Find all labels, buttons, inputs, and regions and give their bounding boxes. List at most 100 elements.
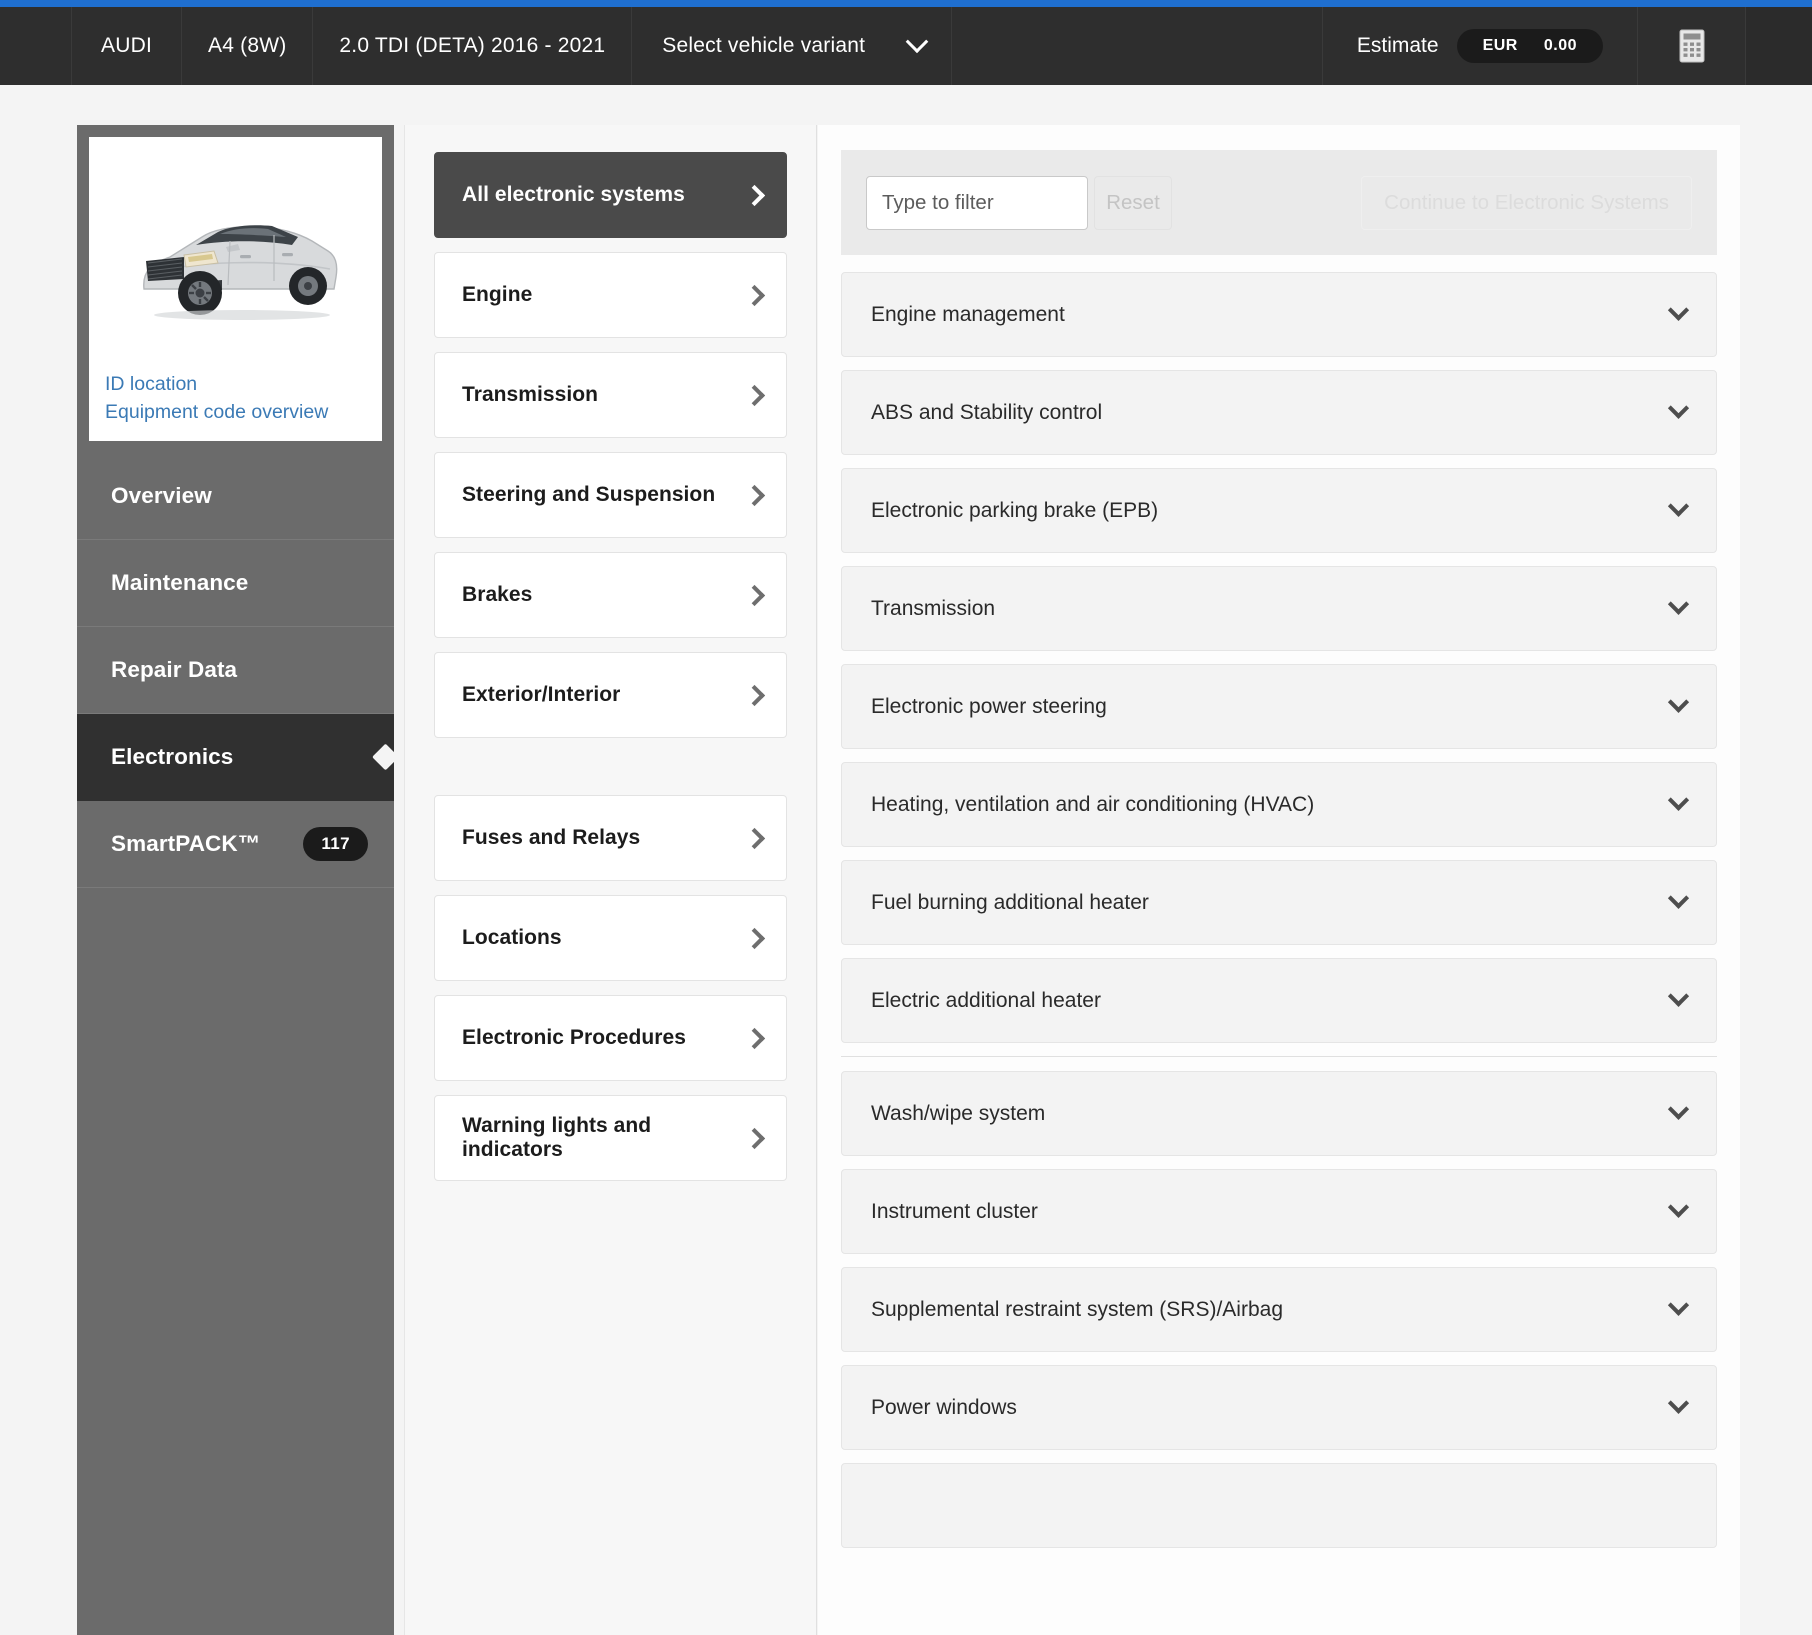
category-column: All electronic systems Engine Transmissi… (404, 125, 817, 1635)
category-engine[interactable]: Engine (434, 252, 787, 338)
left-sidebar: ID location Equipment code overview Over… (77, 125, 394, 1635)
system-row-electronic-power-steering[interactable]: Electronic power steering (841, 664, 1717, 749)
category-warning-lights-and-indicators[interactable]: Warning lights and indicators (434, 1095, 787, 1181)
id-location-link[interactable]: ID location (105, 371, 366, 397)
system-label: Transmission (871, 597, 995, 621)
chevron-down-icon (906, 30, 929, 53)
sidebar-item-maintenance[interactable]: Maintenance (77, 540, 394, 627)
system-row-power-windows[interactable]: Power windows (841, 1365, 1717, 1450)
category-brakes[interactable]: Brakes (434, 552, 787, 638)
chevron-down-icon (1668, 398, 1689, 419)
chevron-right-icon (744, 1127, 765, 1148)
system-label: Electronic power steering (871, 695, 1107, 719)
chevron-right-icon (744, 284, 765, 305)
vehicle-image-wrap (105, 151, 366, 371)
chevron-right-icon (744, 384, 765, 405)
electronic-systems-list: Engine management ABS and Stability cont… (818, 255, 1740, 1548)
chevron-down-icon (1668, 496, 1689, 517)
category-exterior-interior[interactable]: Exterior/Interior (434, 652, 787, 738)
system-row-transmission[interactable]: Transmission (841, 566, 1717, 651)
sidebar-item-label: Electronics (111, 744, 233, 770)
category-label: Engine (462, 283, 532, 307)
chevron-right-icon (744, 1027, 765, 1048)
vehicle-card: ID location Equipment code overview (77, 125, 394, 453)
system-label: Fuel burning additional heater (871, 891, 1149, 915)
system-label: Electronic parking brake (EPB) (871, 499, 1158, 523)
system-row-instrument-cluster[interactable]: Instrument cluster (841, 1169, 1717, 1254)
chevron-right-icon (744, 484, 765, 505)
filter-toolbar: Reset Continue to Electronic Systems (841, 150, 1717, 255)
sidebar-item-repair-data[interactable]: Repair Data (77, 627, 394, 714)
top-accent-bar (0, 0, 1812, 7)
system-label: ABS and Stability control (871, 401, 1102, 425)
header-model-label: A4 (8W) (208, 34, 286, 58)
estimate-currency: EUR (1483, 37, 1518, 55)
estimate-section[interactable]: Estimate EUR 0.00 (1323, 7, 1638, 85)
equipment-code-overview-link[interactable]: Equipment code overview (105, 399, 366, 425)
header-vehicle-engine[interactable]: 2.0 TDI (DETA) 2016 - 2021 (313, 7, 632, 85)
smartpack-count-badge: 117 (303, 827, 368, 861)
vehicle-links: ID location Equipment code overview (105, 371, 366, 425)
category-electronic-procedures[interactable]: Electronic Procedures (434, 995, 787, 1081)
header-left-spacer (0, 7, 72, 85)
system-row-electric-additional-heater[interactable]: Electric additional heater (841, 958, 1717, 1043)
system-label: Electric additional heater (871, 989, 1101, 1013)
system-label: Heating, ventilation and air conditionin… (871, 793, 1314, 817)
system-row-wash-wipe-system[interactable]: Wash/wipe system (841, 1071, 1717, 1156)
category-transmission[interactable]: Transmission (434, 352, 787, 438)
chevron-down-icon (1668, 300, 1689, 321)
category-fuses-and-relays[interactable]: Fuses and Relays (434, 795, 787, 881)
system-group-divider (841, 1056, 1717, 1057)
reset-button[interactable]: Reset (1094, 176, 1172, 230)
system-row-engine-management[interactable]: Engine management (841, 272, 1717, 357)
chevron-down-icon (1668, 888, 1689, 909)
filter-input[interactable] (866, 176, 1088, 230)
vehicle-variant-dropdown[interactable]: Select vehicle variant (632, 7, 952, 85)
category-label: Fuses and Relays (462, 826, 640, 850)
chevron-right-icon (744, 584, 765, 605)
header-vehicle-model[interactable]: A4 (8W) (182, 7, 313, 85)
system-row-hvac[interactable]: Heating, ventilation and air conditionin… (841, 762, 1717, 847)
app-header: AUDI A4 (8W) 2.0 TDI (DETA) 2016 - 2021 … (0, 7, 1812, 85)
header-make-label: AUDI (101, 34, 152, 58)
calculator-button[interactable] (1638, 7, 1746, 85)
category-label: Exterior/Interior (462, 683, 620, 707)
category-group-gap (434, 752, 787, 795)
system-row-fuel-burning-additional-heater[interactable]: Fuel burning additional heater (841, 860, 1717, 945)
system-row-abs-and-stability-control[interactable]: ABS and Stability control (841, 370, 1717, 455)
category-all-electronic-systems[interactable]: All electronic systems (434, 152, 787, 238)
car-illustration-icon (122, 197, 350, 325)
category-locations[interactable]: Locations (434, 895, 787, 981)
category-steering-and-suspension[interactable]: Steering and Suspension (434, 452, 787, 538)
sidebar-item-smartpack[interactable]: SmartPACK™ 117 (77, 801, 394, 888)
header-vehicle-make[interactable]: AUDI (72, 7, 182, 85)
chevron-down-icon (1668, 1295, 1689, 1316)
chevron-right-icon (744, 927, 765, 948)
vehicle-card-inner: ID location Equipment code overview (89, 137, 382, 441)
main-content-panel: Reset Continue to Electronic Systems Eng… (818, 125, 1740, 1635)
category-label: Brakes (462, 583, 532, 607)
sidebar-nav: Overview Maintenance Repair Data Electro… (77, 453, 394, 888)
page-body: ID location Equipment code overview Over… (0, 85, 1812, 1635)
category-label: Electronic Procedures (462, 1026, 686, 1050)
sidebar-item-electronics[interactable]: Electronics (77, 714, 394, 801)
sidebar-item-label: Maintenance (111, 570, 248, 596)
chevron-right-icon (744, 827, 765, 848)
system-row-partial-next[interactable] (841, 1463, 1717, 1548)
system-row-srs-airbag[interactable]: Supplemental restraint system (SRS)/Airb… (841, 1267, 1717, 1352)
category-label: Steering and Suspension (462, 483, 715, 507)
continue-to-electronic-systems-button[interactable]: Continue to Electronic Systems (1361, 176, 1692, 230)
header-right-spacer (1746, 7, 1812, 85)
chevron-right-icon (744, 684, 765, 705)
header-spacer (952, 7, 1323, 85)
system-row-electronic-parking-brake[interactable]: Electronic parking brake (EPB) (841, 468, 1717, 553)
chevron-down-icon (1668, 1197, 1689, 1218)
sidebar-item-label: Repair Data (111, 657, 237, 683)
system-label: Supplemental restraint system (SRS)/Airb… (871, 1298, 1283, 1322)
header-engine-label: 2.0 TDI (DETA) 2016 - 2021 (339, 34, 605, 58)
category-label: All electronic systems (462, 183, 685, 207)
estimate-amount-pill: EUR 0.00 (1457, 29, 1603, 63)
chevron-down-icon (1668, 1393, 1689, 1414)
sidebar-item-overview[interactable]: Overview (77, 453, 394, 540)
calculator-icon (1679, 29, 1705, 63)
